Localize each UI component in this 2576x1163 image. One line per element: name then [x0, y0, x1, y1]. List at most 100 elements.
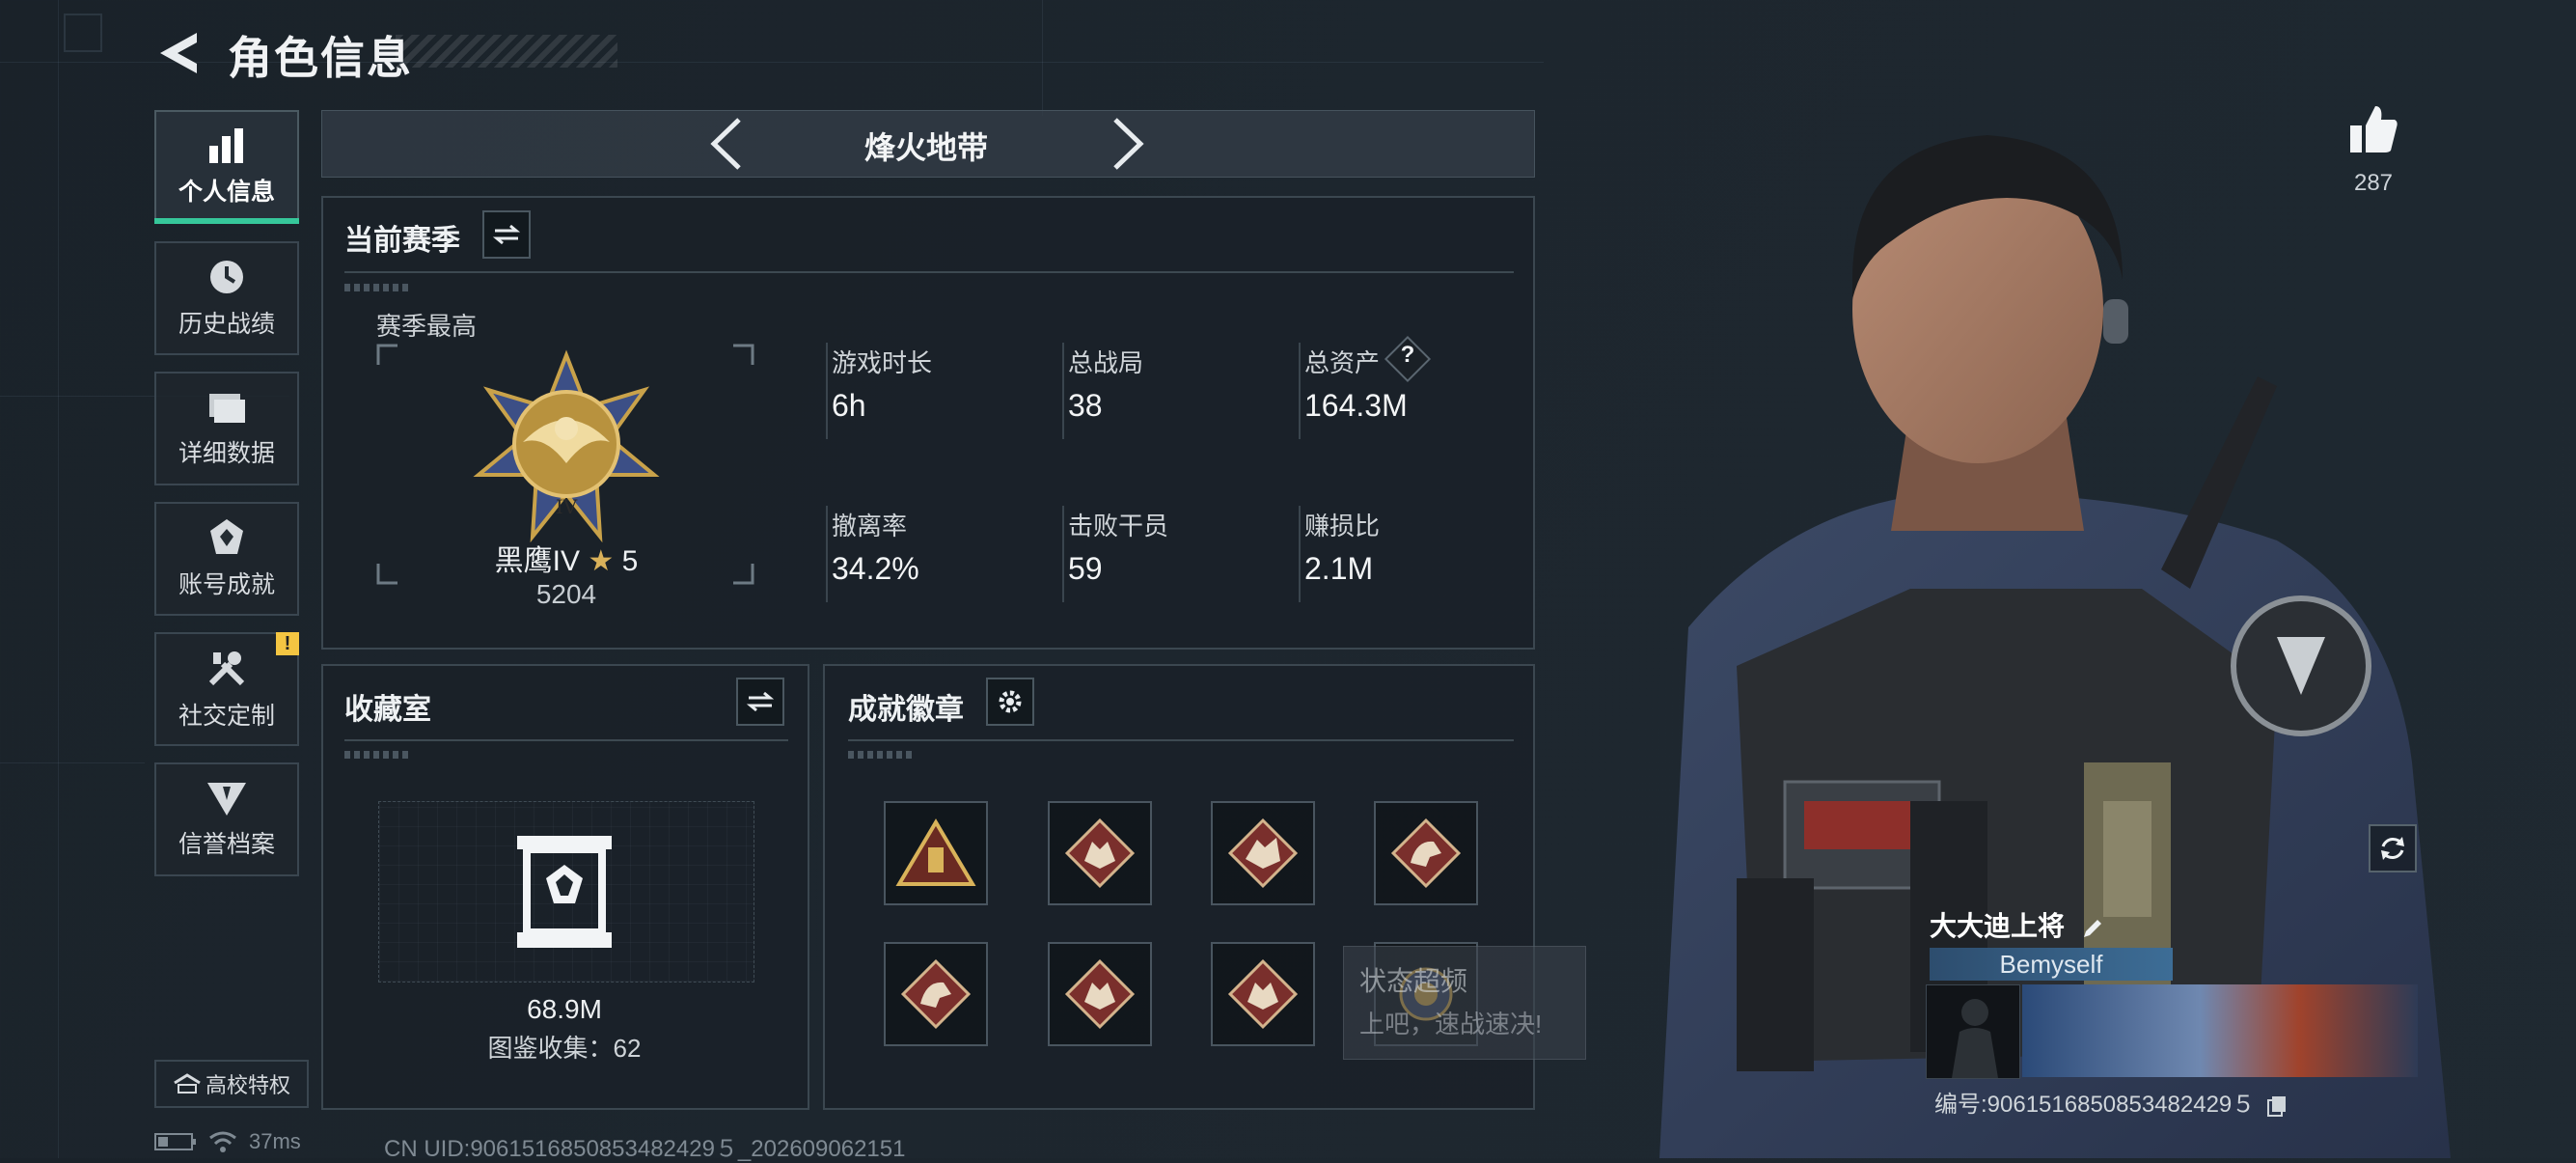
achievement-settings-button[interactable]: [986, 678, 1034, 726]
player-id-row: 编号:9061516850853482429５: [1934, 1085, 2288, 1119]
stat-divider: [826, 343, 828, 439]
sidebar-item-label: 历史战绩: [178, 311, 275, 338]
sidebar-item-detailed-data[interactable]: 详细数据: [154, 372, 299, 485]
stat-divider: [1299, 506, 1301, 602]
wolf-badge-icon: [1064, 958, 1136, 1030]
campus-privilege-button[interactable]: 高校特权: [154, 1060, 309, 1108]
like-count: 287: [2353, 170, 2394, 196]
stat-label-kills: 击败干员: [1068, 512, 1169, 540]
back-arrow-icon: [160, 33, 197, 73]
stat-label-extract-rate: 撤离率: [832, 512, 908, 540]
achievement-badge[interactable]: [1211, 942, 1315, 1046]
player-title-tag: Bemyself: [1930, 948, 2173, 981]
svg-text:IV: IV: [556, 495, 578, 518]
achievement-badge[interactable]: [1211, 801, 1315, 905]
dragon-badge-icon: [1227, 817, 1299, 889]
copy-icon[interactable]: [2265, 1092, 2288, 1118]
status-bar: 37ms: [154, 1129, 301, 1154]
star-icon: ★: [588, 545, 615, 577]
sidebar-item-label: 账号成就: [178, 571, 275, 598]
rank-stars: 5: [621, 545, 639, 577]
rank-name-row: 黑鹰IV ★ 5: [484, 537, 648, 579]
stat-value-kills: 59: [1068, 551, 1103, 586]
refresh-button[interactable]: [2369, 824, 2417, 872]
like-button[interactable]: [2346, 102, 2400, 156]
sidebar-item-history[interactable]: 历史战绩: [154, 241, 299, 355]
swap-icon: [746, 691, 775, 712]
title-decoration: [396, 35, 617, 68]
mode-title: 烽火地带: [863, 130, 988, 165]
catalog-count: 图鉴收集：62: [487, 1034, 642, 1063]
stripes-decoration: [344, 751, 412, 759]
reputation-icon: [207, 783, 246, 816]
achievement-icon: [210, 519, 243, 554]
campus-button-label: 高校特权: [205, 1073, 290, 1097]
achievement-badge[interactable]: [1374, 801, 1478, 905]
stat-value-profit-ratio: 2.1M: [1304, 551, 1374, 586]
stat-label-total-matches: 总战局: [1068, 348, 1144, 377]
stat-divider: [1062, 506, 1064, 602]
wolf-badge-icon: [1227, 958, 1299, 1030]
refresh-icon: [2381, 837, 2404, 860]
switch-collection-button[interactable]: [736, 678, 784, 726]
stat-value-total-matches: 38: [1068, 388, 1103, 423]
page-title: 角色信息: [228, 33, 413, 83]
sidebar-item-personal-info[interactable]: 个人信息: [154, 110, 299, 224]
achievement-badge[interactable]: [1048, 942, 1152, 1046]
clock-icon: [210, 261, 243, 293]
player-tag-text: Bemyself: [1999, 949, 2103, 979]
folder-icon: [209, 394, 245, 423]
sidebar-item-social-custom[interactable]: 社交定制 !: [154, 632, 299, 746]
stripes-decoration: [848, 751, 916, 759]
warning-badge: !: [276, 632, 299, 655]
tools-icon: [208, 651, 245, 686]
collection-value: 68.9M: [527, 994, 602, 1024]
stat-value-total-assets: 164.3M: [1304, 388, 1408, 423]
sidebar-item-label: 社交定制: [178, 703, 275, 730]
previous-mode-button[interactable]: [704, 116, 749, 172]
battery-icon: [154, 1133, 196, 1150]
season-title: 当前赛季: [344, 225, 460, 257]
banner-artwork: [2022, 984, 2418, 1077]
achievement-badge[interactable]: [884, 801, 988, 905]
sidebar-item-achievements[interactable]: 账号成就: [154, 502, 299, 616]
next-mode-button[interactable]: [1106, 116, 1150, 172]
stat-label-total-assets: 总资产: [1304, 348, 1381, 377]
sidebar-item-label: 信誉档案: [178, 831, 275, 858]
corner-square-deco: [64, 14, 102, 52]
beast-badge-icon: [900, 958, 972, 1030]
player-card-banner[interactable]: [1926, 984, 2418, 1079]
ping-value: 37ms: [249, 1129, 301, 1153]
gear-icon: [999, 690, 1022, 713]
stat-value-play-time: 6h: [832, 388, 866, 423]
sidebar-item-reputation[interactable]: 信誉档案: [154, 762, 299, 876]
player-avatar: [1926, 984, 2020, 1079]
stat-label-profit-ratio: 赚损比: [1304, 512, 1381, 540]
toast-title: 状态超频: [1359, 966, 1468, 996]
campus-icon: [174, 1073, 201, 1094]
stripes-decoration: [344, 284, 412, 291]
sidebar-item-label: 个人信息: [178, 179, 275, 206]
player-name-row[interactable]: 大大迪上将: [1930, 905, 2105, 944]
achievement-badge[interactable]: [1048, 801, 1152, 905]
edit-icon[interactable]: [2080, 911, 2105, 941]
chevron-right-icon: [1113, 118, 1144, 170]
swap-icon: [492, 224, 521, 245]
season-best-label: 赛季最高: [376, 312, 478, 341]
pyramid-badge-icon: [895, 818, 976, 886]
rank-score: 5204: [535, 579, 597, 609]
switch-season-button[interactable]: [482, 210, 531, 259]
rank-emblem-icon: IV: [473, 349, 660, 542]
stat-divider: [1062, 343, 1064, 439]
achievement-badge[interactable]: [884, 942, 988, 1046]
back-button[interactable]: [154, 29, 201, 77]
wolf-badge-icon: [1064, 817, 1136, 889]
stat-label-play-time: 游戏时长: [832, 348, 933, 377]
stat-divider: [826, 506, 828, 602]
divider: [848, 739, 1514, 741]
help-icon[interactable]: ?: [1396, 342, 1419, 369]
bar-chart-icon: [209, 128, 243, 163]
chevron-left-icon: [710, 118, 741, 170]
collection-title: 收藏室: [344, 694, 431, 726]
player-name: 大大迪上将: [1930, 911, 2066, 941]
